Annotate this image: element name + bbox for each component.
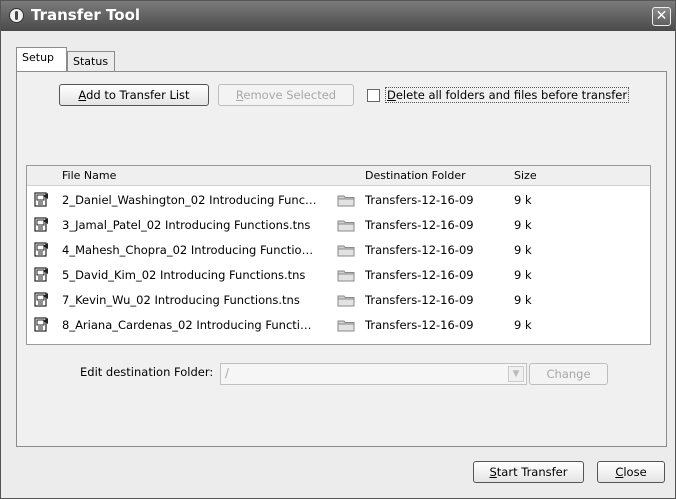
add-button-label: dd to Transfer List (86, 88, 190, 102)
remove-button-label: emove Selected (243, 88, 337, 102)
size-cell: 9 k (514, 243, 532, 257)
destination-folder-cell: Transfers-12-16-09 (365, 193, 474, 207)
column-header-file-name[interactable]: File Name (62, 169, 116, 182)
tns-document-icon (34, 267, 49, 282)
window-title: Transfer Tool (31, 6, 141, 24)
table-header: File Name Destination Folder Size (27, 166, 650, 186)
tns-document-icon (34, 242, 49, 257)
file-name-cell: 4_Mahesh_Chopra_02 Introducing Functio… (62, 243, 314, 257)
folder-icon (337, 294, 355, 307)
size-cell: 9 k (514, 318, 532, 332)
folder-icon (337, 269, 355, 282)
window-close-button[interactable]: ✕ (652, 7, 671, 26)
app-icon (9, 8, 24, 23)
transfer-file-table[interactable]: File Name Destination Folder Size 2_Dani… (26, 165, 651, 345)
tns-document-icon (34, 292, 49, 307)
delete-label-mnemonic: D (387, 88, 396, 102)
tab-status[interactable]: Status (67, 51, 115, 71)
add-button-mnemonic: A (78, 88, 87, 102)
size-cell: 9 k (514, 218, 532, 232)
start-button-label: tart Transfer (496, 465, 568, 479)
size-cell: 9 k (514, 193, 532, 207)
setup-panel: Add to Transfer List Remove Selected Del… (16, 71, 667, 447)
close-button-label: lose (623, 465, 647, 479)
edit-destination-folder-label: Edit destination Folder: (80, 365, 214, 379)
destination-folder-value: / (225, 366, 230, 380)
tns-document-icon (34, 217, 49, 232)
column-header-destination-folder[interactable]: Destination Folder (365, 169, 466, 182)
tns-document-icon (34, 317, 49, 332)
folder-icon (337, 319, 355, 332)
size-cell: 9 k (514, 293, 532, 307)
table-row[interactable]: 5_David_Kim_02 Introducing Functions.tns… (27, 263, 650, 288)
tns-document-icon (34, 192, 49, 207)
destination-folder-cell: Transfers-12-16-09 (365, 318, 474, 332)
destination-folder-combo[interactable]: / ▼ (220, 363, 527, 385)
close-button[interactable]: Close (597, 461, 665, 483)
destination-folder-cell: Transfers-12-16-09 (365, 218, 474, 232)
file-name-cell: 2_Daniel_Washington_02 Introducing Func… (62, 193, 317, 207)
add-to-transfer-list-button[interactable]: Add to Transfer List (59, 84, 209, 106)
folder-icon (337, 219, 355, 232)
table-body: 2_Daniel_Washington_02 Introducing Func…… (27, 188, 650, 338)
folder-icon (337, 244, 355, 257)
file-name-cell: 5_David_Kim_02 Introducing Functions.tns (62, 268, 306, 282)
table-row[interactable]: 7_Kevin_Wu_02 Introducing Functions.tns T… (27, 288, 650, 313)
size-cell: 9 k (514, 268, 532, 282)
destination-folder-cell: Transfers-12-16-09 (365, 268, 474, 282)
destination-folder-cell: Transfers-12-16-09 (365, 243, 474, 257)
start-transfer-button[interactable]: Start Transfer (473, 461, 584, 483)
table-row[interactable]: 8_Ariana_Cardenas_02 Introducing Functi…… (27, 313, 650, 338)
delete-label-text: elete all folders and files before trans… (395, 88, 628, 102)
tab-setup[interactable]: Setup (16, 47, 67, 71)
folder-icon (337, 194, 355, 207)
chevron-down-icon[interactable]: ▼ (508, 366, 524, 382)
start-button-mnemonic: S (489, 465, 497, 479)
destination-folder-cell: Transfers-12-16-09 (365, 293, 474, 307)
table-row[interactable]: 2_Daniel_Washington_02 Introducing Func…… (27, 188, 650, 213)
transfer-tool-window: Transfer Tool ✕ Setup Status Add to Tran… (0, 0, 676, 499)
file-name-cell: 7_Kevin_Wu_02 Introducing Functions.tns (62, 293, 300, 307)
delete-before-transfer-checkbox[interactable] (367, 89, 380, 102)
title-bar[interactable]: Transfer Tool ✕ (1, 1, 675, 31)
file-name-cell: 8_Ariana_Cardenas_02 Introducing Functi… (62, 318, 312, 332)
column-header-size[interactable]: Size (514, 169, 537, 182)
remove-selected-button[interactable]: Remove Selected (218, 84, 354, 106)
change-button[interactable]: Change (529, 363, 608, 385)
table-row[interactable]: 4_Mahesh_Chopra_02 Introducing Functio… T… (27, 238, 650, 263)
delete-before-transfer-label[interactable]: Delete all folders and files before tran… (385, 87, 630, 103)
file-name-cell: 3_Jamal_Patel_02 Introducing Functions.t… (62, 218, 311, 232)
table-row[interactable]: 3_Jamal_Patel_02 Introducing Functions.t… (27, 213, 650, 238)
